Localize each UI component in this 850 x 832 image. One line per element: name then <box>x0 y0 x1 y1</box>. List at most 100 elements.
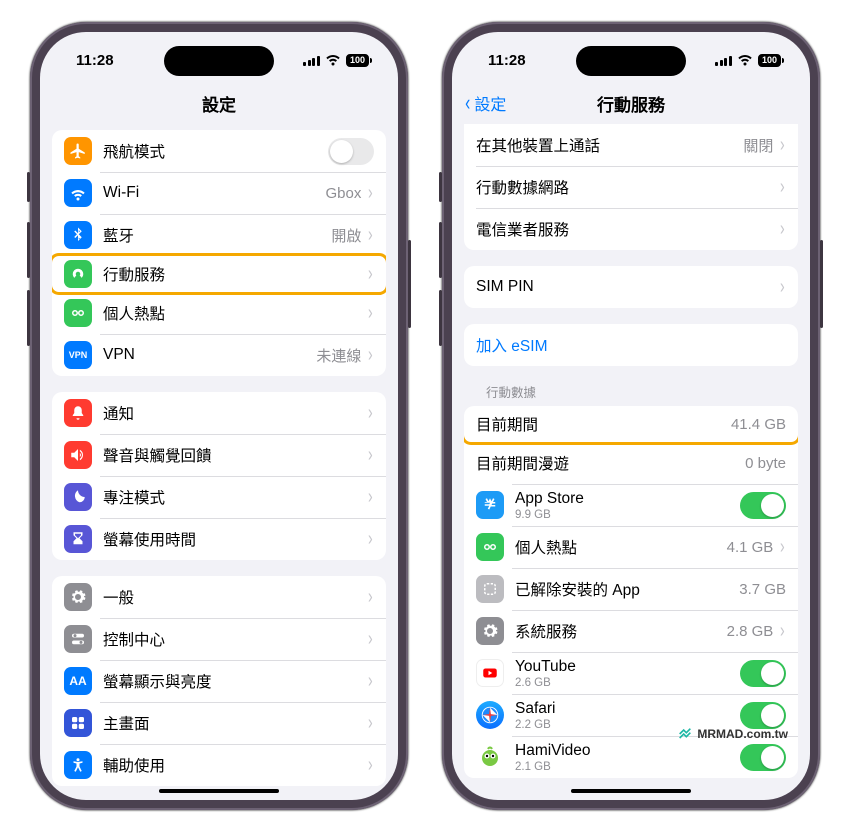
settings-group-connectivity: 飛航模式 Wi-Fi Gbox › 藍牙 開啟 › <box>52 130 386 376</box>
back-button[interactable]: ‹ 設定 <box>464 91 506 115</box>
row-app-hotspot[interactable]: 個人熱點 4.1 GB › <box>464 526 798 568</box>
group-header-data: 行動數據 <box>464 366 798 406</box>
settings-group-general: 一般 › 控制中心 › AA 螢幕顯示與亮度 › <box>52 576 386 786</box>
app-toggle[interactable] <box>740 744 786 771</box>
row-display[interactable]: AA 螢幕顯示與亮度 › <box>52 660 386 702</box>
home-indicator[interactable] <box>571 789 691 794</box>
cellular-group-esim: 加入 eSIM <box>464 324 798 366</box>
row-data-network[interactable]: 行動數據網路 › <box>464 166 798 208</box>
row-app-youtube[interactable]: YouTube 2.6 GB <box>464 652 798 694</box>
row-label: HamiVideo <box>515 742 740 760</box>
row-focus[interactable]: 專注模式 › <box>52 476 386 518</box>
row-value: 3.7 GB <box>739 581 786 598</box>
row-value: 關閉 <box>743 135 773 156</box>
row-bluetooth[interactable]: 藍牙 開啟 › <box>52 214 386 256</box>
chevron-icon: › <box>780 537 785 557</box>
row-notifications[interactable]: 通知 › <box>52 392 386 434</box>
row-accessibility[interactable]: 輔助使用 › <box>52 744 386 786</box>
chevron-icon: › <box>368 487 373 507</box>
row-airplane[interactable]: 飛航模式 <box>52 130 386 172</box>
airplane-toggle[interactable] <box>328 138 374 165</box>
row-label: 電信業者服務 <box>476 218 779 240</box>
chevron-icon: › <box>368 629 373 649</box>
row-label: YouTube <box>515 658 740 676</box>
home-indicator[interactable] <box>159 789 279 794</box>
row-label: 控制中心 <box>103 628 367 650</box>
row-app-appstore[interactable]: App Store 9.9 GB <box>464 484 798 526</box>
app-toggle[interactable] <box>740 702 786 729</box>
row-value: Gbox <box>325 185 361 202</box>
row-label: 已解除安裝的 App <box>515 578 739 600</box>
row-label: 行動服務 <box>103 263 367 285</box>
moon-icon <box>64 483 92 511</box>
row-label: 加入 eSIM <box>476 334 547 356</box>
watermark: MRMAD.com.tw <box>677 726 788 742</box>
chevron-icon: › <box>368 264 373 284</box>
chevron-icon: › <box>780 621 785 641</box>
chevron-icon: › <box>368 403 373 423</box>
cellular-icon <box>64 260 92 288</box>
battery-icon: 100 <box>758 54 784 67</box>
row-app-system[interactable]: 系統服務 2.8 GB › <box>464 610 798 652</box>
row-label: Wi-Fi <box>103 184 325 202</box>
appstore-icon <box>476 491 504 519</box>
app-toggle[interactable] <box>740 660 786 687</box>
signal-icon <box>303 55 320 66</box>
row-general[interactable]: 一般 › <box>52 576 386 618</box>
chevron-icon: › <box>780 135 785 155</box>
page-title: 行動服務 <box>597 91 665 116</box>
row-sub: 9.9 GB <box>515 509 740 521</box>
row-screentime[interactable]: 螢幕使用時間 › <box>52 518 386 560</box>
row-carrier-services[interactable]: 電信業者服務 › <box>464 208 798 250</box>
cellular-group-1: 在其他裝置上通話 關閉 › 行動數據網路 › 電信業者服務 › <box>464 124 798 250</box>
dynamic-island <box>164 46 274 76</box>
row-label: 個人熱點 <box>103 302 367 324</box>
row-wifi[interactable]: Wi-Fi Gbox › <box>52 172 386 214</box>
chevron-icon: › <box>368 445 373 465</box>
row-cellular[interactable]: 行動服務 › <box>52 253 386 295</box>
row-value: 開啟 <box>331 225 361 246</box>
row-label: 螢幕顯示與亮度 <box>103 670 367 692</box>
row-app-hami[interactable]: HamiVideo 2.1 GB <box>464 736 798 778</box>
row-add-esim[interactable]: 加入 eSIM <box>464 324 798 366</box>
hourglass-icon <box>64 525 92 553</box>
row-sub: 2.1 GB <box>515 761 740 773</box>
row-label: 在其他裝置上通話 <box>476 134 743 156</box>
row-sound[interactable]: 聲音與觸覺回饋 › <box>52 434 386 476</box>
row-label: App Store <box>515 490 740 508</box>
phone-left: 11:28 100 設定 飛航模式 <box>30 22 408 810</box>
row-label: SIM PIN <box>476 278 779 296</box>
row-vpn[interactable]: VPN VPN 未連線 › <box>52 334 386 376</box>
youtube-icon <box>476 659 504 687</box>
row-label: 飛航模式 <box>103 140 328 162</box>
chevron-icon: › <box>368 755 373 775</box>
page-title: 設定 <box>202 91 236 116</box>
airplane-icon <box>64 137 92 165</box>
chevron-icon: › <box>780 177 785 197</box>
wifi-icon <box>325 54 341 66</box>
app-toggle[interactable] <box>740 492 786 519</box>
row-app-removed[interactable]: 已解除安裝的 App 3.7 GB <box>464 568 798 610</box>
row-current-period-roaming[interactable]: 目前期間漫遊 0 byte <box>464 442 798 484</box>
row-current-period[interactable]: 目前期間 41.4 GB <box>464 406 798 445</box>
row-control-center[interactable]: 控制中心 › <box>52 618 386 660</box>
row-label: 目前期間 <box>476 413 731 435</box>
settings-group-alerts: 通知 › 聲音與觸覺回饋 › 專注模式 › 螢 <box>52 392 386 560</box>
row-label: Safari <box>515 700 740 718</box>
vpn-icon: VPN <box>64 341 92 369</box>
row-sub: 2.6 GB <box>515 677 740 689</box>
chevron-icon: › <box>368 529 373 549</box>
accessibility-icon <box>64 751 92 779</box>
bluetooth-icon <box>64 221 92 249</box>
toggles-icon <box>64 625 92 653</box>
row-value: 未連線 <box>316 345 361 366</box>
brightness-icon: AA <box>64 667 92 695</box>
row-value: 41.4 GB <box>731 416 786 433</box>
row-other-device-calls[interactable]: 在其他裝置上通話 關閉 › <box>464 124 798 166</box>
chevron-icon: › <box>368 303 373 323</box>
row-hotspot[interactable]: 個人熱點 › <box>52 292 386 334</box>
row-home[interactable]: 主畫面 › <box>52 702 386 744</box>
row-label: 輔助使用 <box>103 754 367 776</box>
watermark-text: MRMAD.com.tw <box>697 727 788 741</box>
row-sim-pin[interactable]: SIM PIN › <box>464 266 798 308</box>
